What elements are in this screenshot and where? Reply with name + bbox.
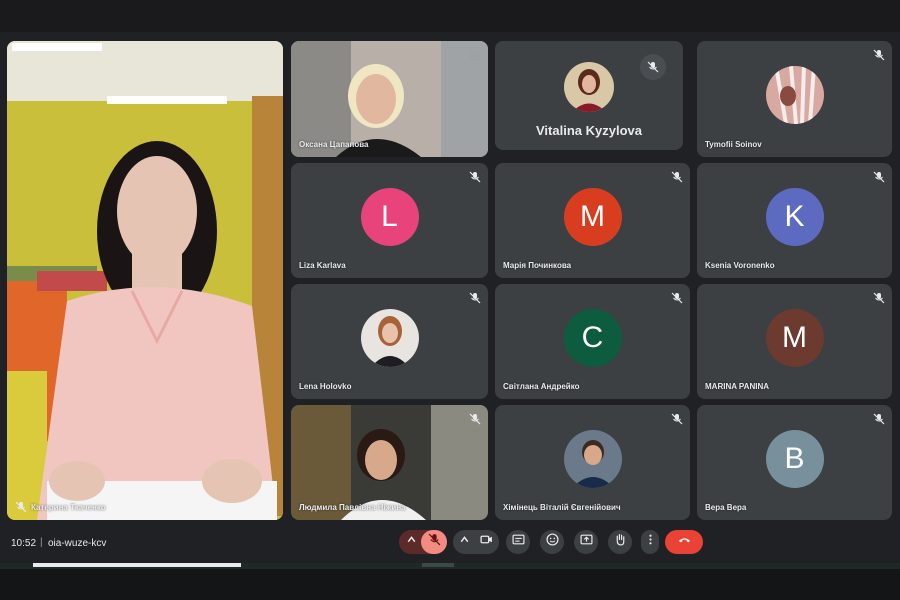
top-strip [0, 0, 900, 32]
mic-off-icon [640, 54, 666, 80]
meeting-time: 10:52 [11, 538, 37, 549]
mic-off-icon [671, 170, 683, 183]
participant-tile[interactable]: L Liza Karlava [291, 163, 488, 278]
video-progress-segment [422, 563, 454, 567]
participant-tile[interactable]: Хімінець Віталій Євгенійович [495, 405, 690, 520]
mic-off-icon [873, 48, 885, 61]
mic-off-icon [469, 412, 481, 425]
participant-name: Оксана Цапапова [299, 140, 369, 149]
video-options-button[interactable] [455, 530, 473, 554]
participant-avatar: M [563, 187, 622, 246]
phone-hangup-icon [678, 533, 691, 551]
participant-tile[interactable]: M MARINA PANINA [697, 284, 892, 399]
participant-name: Liza Karlava [299, 261, 346, 270]
leave-call-button[interactable] [665, 530, 703, 554]
raise-hand-button[interactable] [608, 530, 632, 554]
video-progress-fill [33, 563, 241, 567]
control-bar [0, 527, 900, 563]
mic-off-icon [873, 170, 885, 183]
participant-tile[interactable]: Людмила Павлівна Ніжина [291, 405, 488, 520]
captions-button[interactable] [506, 530, 530, 554]
participant-tile[interactable]: Tymofii Soinov [697, 41, 892, 157]
hand-icon [614, 533, 627, 551]
participant-avatar [360, 308, 419, 367]
participant-name: Хімінець Віталій Євгенійович [503, 503, 621, 512]
footer-strip [0, 569, 900, 600]
participant-tile[interactable]: C Світлана Андрейко [495, 284, 690, 399]
mic-off-icon [671, 412, 683, 425]
participant-avatar: B [765, 429, 824, 488]
participant-tile[interactable]: Lena Holovko [291, 284, 488, 399]
emoji-icon [545, 533, 559, 551]
mic-off-icon [15, 500, 27, 513]
mic-off-icon [428, 533, 441, 551]
participant-avatar: C [563, 308, 622, 367]
mic-off-icon [469, 291, 481, 304]
mic-off-icon [469, 170, 481, 183]
participant-avatar [765, 66, 824, 124]
participant-tile[interactable]: B Вера Вера [697, 405, 892, 520]
more-vert-icon [644, 533, 657, 551]
reactions-button[interactable] [540, 530, 564, 554]
speaker-video [7, 41, 283, 520]
participant-name: Vitalina Kyzylova [536, 123, 642, 138]
participant-tile[interactable]: Vitalina Kyzylova [495, 41, 683, 150]
participant-avatar: L [360, 187, 419, 246]
participant-avatar: K [765, 187, 824, 246]
main-speaker-tile[interactable]: Катерина Ткаченко [7, 41, 283, 520]
participant-tile[interactable]: Оксана Цапапова [291, 41, 488, 157]
separator: | [40, 537, 43, 548]
participant-name: Tymofii Soinov [705, 140, 762, 149]
chevron-up-icon [405, 533, 418, 551]
participant-name: Lena Holovko [299, 382, 352, 391]
mic-off-icon [671, 291, 683, 304]
microphone-button[interactable] [421, 530, 447, 554]
participant-name: MARINA PANINA [705, 382, 769, 391]
participant-avatar: M [765, 308, 824, 367]
captions-icon [511, 533, 525, 551]
participant-name: Світлана Андрейко [503, 382, 580, 391]
present-button[interactable] [574, 530, 598, 554]
present-icon [579, 533, 593, 551]
participant-name: Ksenia Voronenko [705, 261, 775, 270]
camera-icon [479, 533, 493, 551]
camera-button[interactable] [473, 530, 499, 554]
participant-tile[interactable]: K Ksenia Voronenko [697, 163, 892, 278]
chevron-up-icon [458, 533, 471, 551]
participant-name: Вера Вера [705, 503, 747, 512]
participant-tile[interactable]: M Марія Починкова [495, 163, 690, 278]
participant-name: Катерина Ткаченко [31, 503, 106, 512]
participant-name: Марія Починкова [503, 261, 572, 270]
audio-options-button[interactable] [401, 530, 421, 554]
meeting-code[interactable]: oia-wuze-kcv [48, 538, 106, 549]
mic-off-icon [873, 412, 885, 425]
participant-avatar [563, 429, 622, 488]
mic-off-icon [873, 291, 885, 304]
participant-avatar [564, 61, 614, 112]
participant-name: Людмила Павлівна Ніжина [299, 503, 406, 512]
pin-icon[interactable] [469, 48, 481, 61]
more-options-button[interactable] [641, 530, 659, 554]
